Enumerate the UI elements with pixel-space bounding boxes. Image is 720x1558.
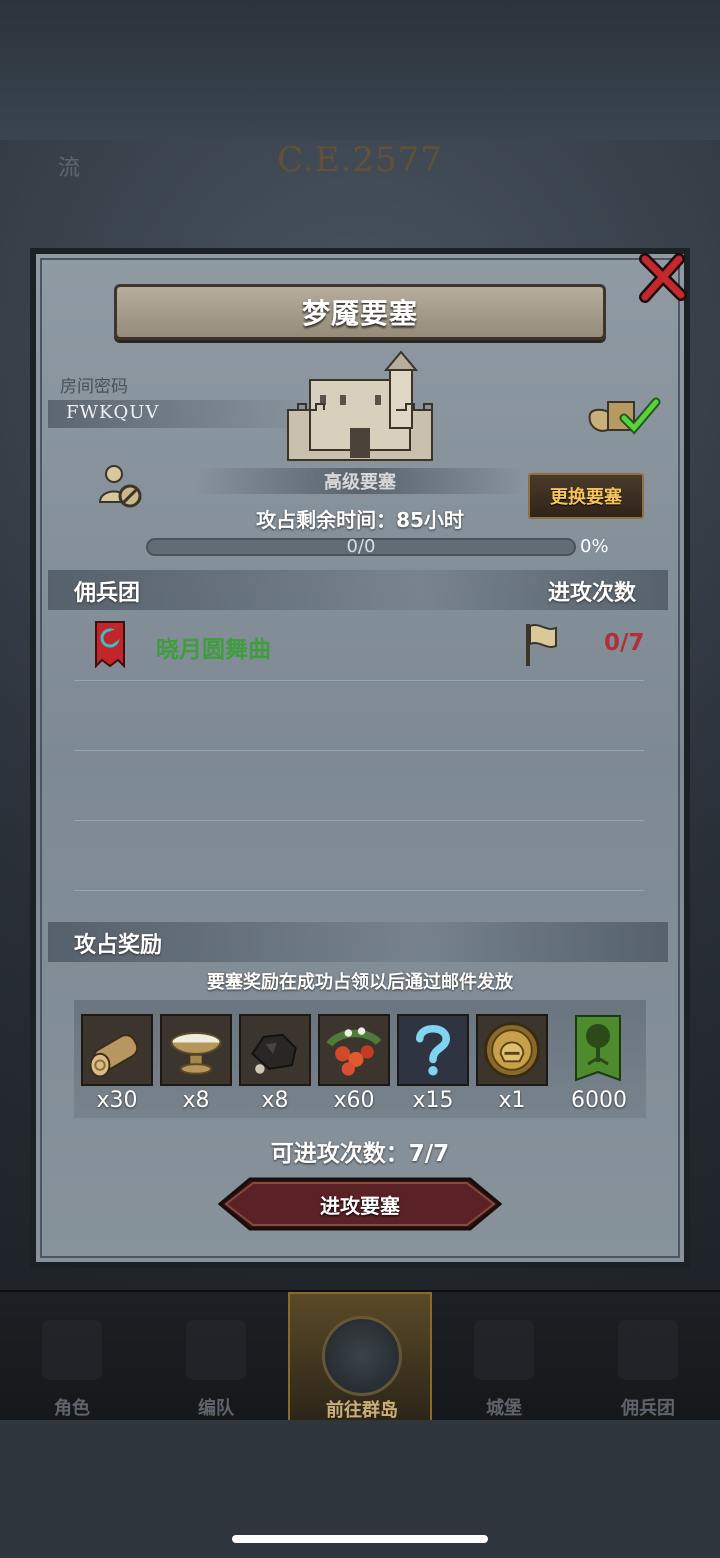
ship-icon bbox=[618, 1320, 678, 1380]
loot-ready-icon[interactable] bbox=[584, 392, 664, 440]
berries-icon bbox=[318, 1014, 390, 1086]
ore-icon bbox=[239, 1014, 311, 1086]
reward-item[interactable]: x8 bbox=[236, 1012, 312, 1116]
castle-icon bbox=[287, 350, 433, 461]
reward-qty: x1 bbox=[498, 1088, 526, 1113]
guild-attack-count: 0/7 bbox=[604, 630, 645, 656]
bowl-icon bbox=[160, 1014, 232, 1086]
nav-tab-islands[interactable]: 前往群岛 bbox=[288, 1292, 432, 1422]
remaining-time-label: 攻占剩余时间： bbox=[256, 508, 397, 532]
room-code[interactable]: FWKQUV bbox=[66, 402, 159, 423]
nav-label: 角色 bbox=[54, 1398, 90, 1419]
nav-label: 城堡 bbox=[486, 1398, 522, 1419]
row-divider bbox=[74, 750, 644, 751]
reward-qty: 6000 bbox=[571, 1088, 627, 1113]
row-divider bbox=[74, 890, 644, 891]
reward-item[interactable]: 6000 bbox=[560, 1012, 636, 1116]
reward-qty: x60 bbox=[333, 1088, 375, 1113]
guild-name[interactable]: 晓月圆舞曲 bbox=[156, 630, 271, 664]
reward-item[interactable]: x15 bbox=[394, 1012, 470, 1116]
remaining-time: 攻占剩余时间：85小时 bbox=[0, 504, 720, 533]
reward-item[interactable]: x30 bbox=[78, 1012, 154, 1116]
fortress-name: 高级要塞 bbox=[324, 472, 396, 493]
rewards-note: 要塞奖励在成功占领以后通过邮件发放 bbox=[207, 972, 513, 993]
tree-banner-icon bbox=[575, 1015, 621, 1082]
nav-tab-mercenary-guild[interactable]: 佣兵团 bbox=[576, 1292, 720, 1422]
close-icon bbox=[639, 253, 687, 303]
nav-label: 前往群岛 bbox=[326, 1400, 398, 1421]
dialog-title: 梦魇要塞 bbox=[301, 297, 418, 330]
remaining-time-value: 85 bbox=[396, 508, 424, 532]
compass-map-icon bbox=[322, 1316, 402, 1396]
top-status-area bbox=[0, 0, 720, 140]
room-password-label: 房间密码 bbox=[60, 377, 128, 397]
attack-flag-icon bbox=[526, 624, 557, 666]
guild-banner-icon bbox=[95, 621, 125, 669]
attempts-label: 可进攻次数： bbox=[270, 1141, 409, 1167]
dialog-title-banner: 梦魇要塞 bbox=[114, 284, 606, 340]
helmet-medal-icon bbox=[476, 1014, 548, 1086]
row-divider bbox=[74, 820, 644, 821]
attacks-column-header: 进攻次数 bbox=[548, 581, 637, 606]
castle-nav-icon bbox=[474, 1320, 534, 1380]
reward-item[interactable]: x1 bbox=[473, 1012, 549, 1116]
nav-tab-formation[interactable]: 编队 bbox=[144, 1292, 288, 1422]
row-divider bbox=[74, 680, 644, 681]
reward-qty: x30 bbox=[96, 1088, 138, 1113]
reward-qty: x8 bbox=[261, 1088, 289, 1113]
attack-fortress-label[interactable]: 进攻要塞 bbox=[216, 1177, 504, 1231]
nav-label: 编队 bbox=[198, 1398, 234, 1419]
nav-label: 佣兵团 bbox=[621, 1398, 675, 1419]
knight-icon bbox=[42, 1320, 102, 1380]
reward-item[interactable]: x8 bbox=[157, 1012, 233, 1116]
era-label: C.E.2577 bbox=[277, 140, 443, 180]
progress-percent: 0% bbox=[580, 536, 609, 557]
remaining-attempts: 可进攻次数：7/7 bbox=[0, 1134, 720, 1168]
nav-tab-castle[interactable]: 城堡 bbox=[432, 1292, 576, 1422]
reward-qty: x8 bbox=[182, 1088, 210, 1113]
reward-item[interactable]: x60 bbox=[315, 1012, 391, 1116]
privacy-toggle-icon[interactable] bbox=[96, 462, 144, 510]
progress-text: 0/0 bbox=[346, 536, 376, 557]
attempts-value: 7/7 bbox=[408, 1141, 450, 1167]
helmet-icon bbox=[186, 1320, 246, 1380]
guild-column-header: 佣兵团 bbox=[74, 581, 141, 606]
close-button[interactable] bbox=[632, 248, 692, 308]
mystery-icon bbox=[397, 1014, 469, 1086]
nav-tab-character[interactable]: 角色 bbox=[0, 1292, 144, 1422]
bottom-navigation: 角色 编队 前往群岛 城堡 佣兵团 bbox=[0, 1290, 720, 1422]
background-side-text: 流 bbox=[58, 156, 81, 181]
log-icon bbox=[81, 1014, 153, 1086]
rewards-header: 攻占奖励 bbox=[74, 933, 163, 958]
home-indicator[interactable] bbox=[232, 1535, 488, 1543]
remaining-time-unit: 小时 bbox=[423, 508, 464, 532]
reward-qty: x15 bbox=[412, 1088, 454, 1113]
